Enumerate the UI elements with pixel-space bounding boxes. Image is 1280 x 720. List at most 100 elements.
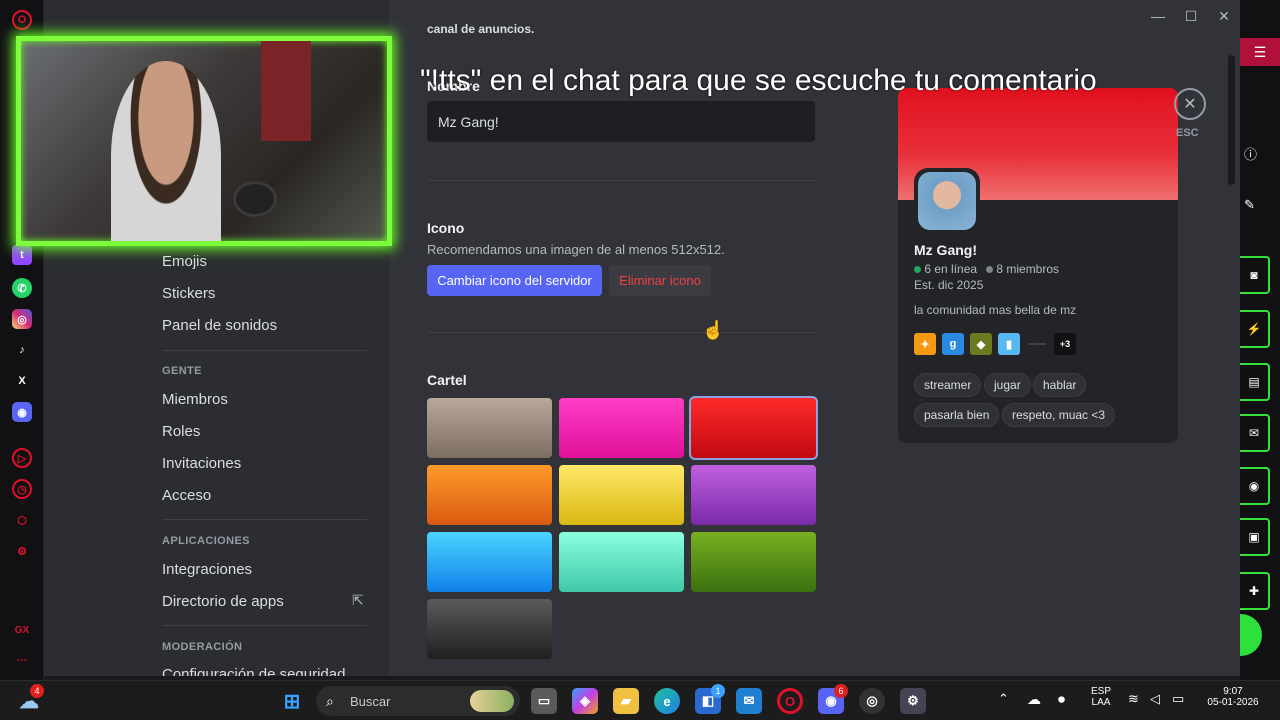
- change-icon-button[interactable]: Cambiar icono del servidor: [427, 265, 602, 296]
- edge-icon[interactable]: e: [654, 688, 680, 714]
- clock[interactable]: 9:07 05-01-2026: [1200, 686, 1266, 708]
- language-indicator[interactable]: ESP LAA: [1089, 686, 1113, 708]
- twitch-icon[interactable]: t: [12, 245, 32, 265]
- remove-icon-button[interactable]: Eliminar icono: [609, 265, 711, 296]
- tag-chip: jugar: [984, 373, 1031, 397]
- server-description: la comunidad mas bella de mz: [914, 303, 1077, 317]
- sidebar-item-safety-settings[interactable]: Configuración de seguridad: [162, 666, 345, 676]
- flash-icon[interactable]: ⚡: [1240, 310, 1270, 348]
- banner-swatch-yellow[interactable]: [559, 465, 684, 525]
- clock-date: 05-01-2026: [1207, 697, 1259, 708]
- clock-time: 9:07: [1223, 686, 1243, 697]
- onedrive-icon[interactable]: ☁: [1027, 691, 1041, 708]
- tray-expand-icon[interactable]: ⌃: [998, 691, 1009, 707]
- wifi-icon[interactable]: ≋: [1128, 691, 1139, 707]
- sidebar-item-integrations[interactable]: Integraciones: [162, 561, 252, 578]
- opera-gx-taskbar-icon[interactable]: O: [777, 688, 803, 714]
- sidebar-item-soundboard[interactable]: Panel de sonidos: [162, 317, 277, 334]
- gx-label: GX: [14, 624, 30, 636]
- banner-swatch-red[interactable]: [689, 396, 818, 460]
- banner-swatch-charcoal[interactable]: [427, 599, 552, 659]
- broadcast-icon[interactable]: ◉: [1240, 467, 1270, 505]
- x-twitter-icon[interactable]: X: [12, 371, 32, 391]
- info-icon[interactable]: ⓘ: [1244, 144, 1257, 163]
- mic-tray-icon[interactable]: ⏺: [1058, 691, 1065, 708]
- settings-gear-icon[interactable]: ⚙: [12, 541, 32, 561]
- tiktok-icon[interactable]: ♪: [12, 340, 32, 360]
- divider: [427, 180, 815, 181]
- banner-swatch-orange[interactable]: [427, 465, 552, 525]
- settings-taskbar-icon[interactable]: ⚙: [900, 688, 926, 714]
- search-placeholder: Buscar: [350, 693, 391, 709]
- battery-icon[interactable]: ▭: [1172, 691, 1184, 707]
- banner-label: Cartel: [427, 372, 467, 388]
- taskbar-search-input[interactable]: ⌕ Buscar: [316, 686, 520, 716]
- task-view-icon[interactable]: ▭: [531, 688, 557, 714]
- esc-close-button[interactable]: ✕: [1174, 88, 1206, 120]
- spotify-icon[interactable]: [1240, 614, 1262, 656]
- history-icon[interactable]: ◷: [12, 479, 32, 499]
- notes-icon[interactable]: ▤: [1240, 363, 1270, 401]
- card-server-name: Mz Gang!: [914, 242, 977, 258]
- section-heading-apps: APLICACIONES: [162, 535, 250, 547]
- outlook-icon[interactable]: ✉: [736, 688, 762, 714]
- maximize-button[interactable]: ☐: [1181, 6, 1201, 26]
- server-name-input[interactable]: Mz Gang!: [427, 101, 815, 142]
- close-window-button[interactable]: ✕: [1214, 6, 1234, 26]
- instagram-icon[interactable]: ◎: [12, 309, 32, 329]
- screenshot-icon[interactable]: ◙: [1240, 256, 1270, 294]
- sidebar-item-emojis[interactable]: Emojis: [162, 253, 207, 270]
- icon-hint: Recomendamos una imagen de al menos 512x…: [427, 242, 725, 257]
- volume-icon[interactable]: ◁: [1150, 691, 1160, 707]
- section-heading-gente: GENTE: [162, 365, 202, 377]
- whatsapp-icon[interactable]: ✆: [12, 278, 32, 298]
- sidebar-item-app-directory[interactable]: Directorio de apps: [162, 593, 284, 610]
- gx-corner-icon[interactable]: GX: [12, 620, 32, 640]
- opera-logo-icon[interactable]: O: [12, 10, 32, 30]
- stream-caption-overlay: "!tts" en el chat para que se escuche tu…: [420, 64, 1097, 97]
- wrench-icon[interactable]: ✚: [1240, 572, 1270, 610]
- sidebar-item-stickers[interactable]: Stickers: [162, 285, 215, 302]
- banner-swatch-blue[interactable]: [427, 532, 552, 592]
- minimize-button[interactable]: —: [1148, 6, 1168, 26]
- chat-icon[interactable]: ✉: [1240, 414, 1270, 452]
- streamer-image: [111, 61, 221, 241]
- obs-icon[interactable]: ◎: [859, 688, 885, 714]
- sidebar-item-members[interactable]: Miembros: [162, 391, 228, 408]
- player-icon[interactable]: ▷: [12, 448, 32, 468]
- more-icon[interactable]: ···: [12, 651, 32, 671]
- member-dot-icon: [986, 266, 993, 273]
- sidebar-item-roles[interactable]: Roles: [162, 423, 200, 440]
- menu-toggle-icon[interactable]: ☰: [1240, 38, 1280, 66]
- banner-swatch-teal[interactable]: [559, 532, 684, 592]
- external-link-icon: ⇱: [352, 592, 364, 608]
- edit-pencil-icon[interactable]: ✎: [1244, 197, 1255, 213]
- banner-swatch-green[interactable]: [691, 532, 816, 592]
- online-count: 6 en línea: [914, 262, 977, 276]
- file-explorer-icon[interactable]: ▰: [613, 688, 639, 714]
- top-fragment-text: canal de anuncios.: [427, 22, 535, 36]
- microphone-image: [233, 181, 277, 217]
- layout-icon[interactable]: ▣: [1240, 518, 1270, 556]
- extensions-icon[interactable]: ⬡: [12, 510, 32, 530]
- copilot-icon[interactable]: ◈: [572, 688, 598, 714]
- divider: [162, 519, 367, 520]
- sidebar-item-invites[interactable]: Invitaciones: [162, 455, 241, 472]
- members-text: 8 miembros: [996, 262, 1060, 276]
- sidebar-item-access[interactable]: Acceso: [162, 487, 211, 504]
- webcam-background: [261, 41, 311, 141]
- search-highlight-image: [470, 690, 514, 712]
- lang-bottom: LAA: [1091, 697, 1111, 708]
- windows-start-icon[interactable]: ⊞: [279, 688, 305, 714]
- divider: [162, 625, 367, 626]
- banner-swatch-purple[interactable]: [691, 465, 816, 525]
- online-text: 6 en línea: [924, 262, 978, 276]
- banner-swatch-magenta[interactable]: [559, 398, 684, 458]
- scrollbar-thumb[interactable]: [1228, 55, 1235, 185]
- search-icon: ⌕: [326, 692, 334, 709]
- opera-logo-text: O: [17, 14, 27, 26]
- opera-right-sidebar: ☰ ⓘ ✎ ◙ ⚡ ▤ ✉ ◉ ▣ ✚: [1240, 0, 1280, 680]
- discord-icon[interactable]: ◉: [12, 402, 32, 422]
- server-avatar: [914, 168, 980, 234]
- banner-swatch-taupe[interactable]: [427, 398, 552, 458]
